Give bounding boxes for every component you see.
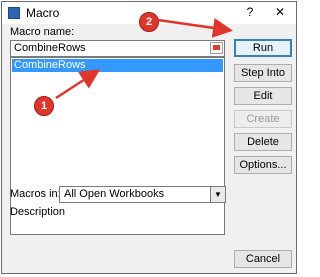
annotation-badge-2: 2 <box>139 12 159 32</box>
delete-button[interactable]: Delete <box>234 133 292 151</box>
dialog-title: Macro <box>26 6 60 20</box>
macros-in-value: All Open Workbooks <box>64 188 165 200</box>
create-button[interactable]: Create <box>234 110 292 128</box>
edit-button[interactable]: Edit <box>234 87 292 105</box>
cancel-button[interactable]: Cancel <box>234 250 292 268</box>
list-item[interactable]: CombineRows <box>12 59 223 72</box>
macros-in-label: Macros in: <box>10 188 61 200</box>
chevron-down-icon[interactable]: ▼ <box>210 187 225 202</box>
annotation-badge-1: 1 <box>34 96 54 116</box>
step-into-button[interactable]: Step Into <box>234 64 292 82</box>
macro-name-input[interactable]: CombineRows <box>10 40 225 57</box>
macro-name-value: CombineRows <box>14 42 86 54</box>
collapse-dialog-icon[interactable] <box>210 42 223 54</box>
macro-dialog: Macro ? ✕ Macro name: CombineRows Combin… <box>1 1 297 274</box>
excel-app-icon <box>8 7 20 19</box>
macros-in-dropdown[interactable]: All Open Workbooks ▼ <box>59 186 226 203</box>
macro-name-label: Macro name: <box>10 26 75 38</box>
help-icon[interactable]: ? <box>236 2 264 22</box>
options-button[interactable]: Options... <box>234 156 292 174</box>
run-button[interactable]: Run <box>234 39 292 57</box>
close-icon[interactable]: ✕ <box>264 2 296 22</box>
description-text <box>10 217 225 237</box>
